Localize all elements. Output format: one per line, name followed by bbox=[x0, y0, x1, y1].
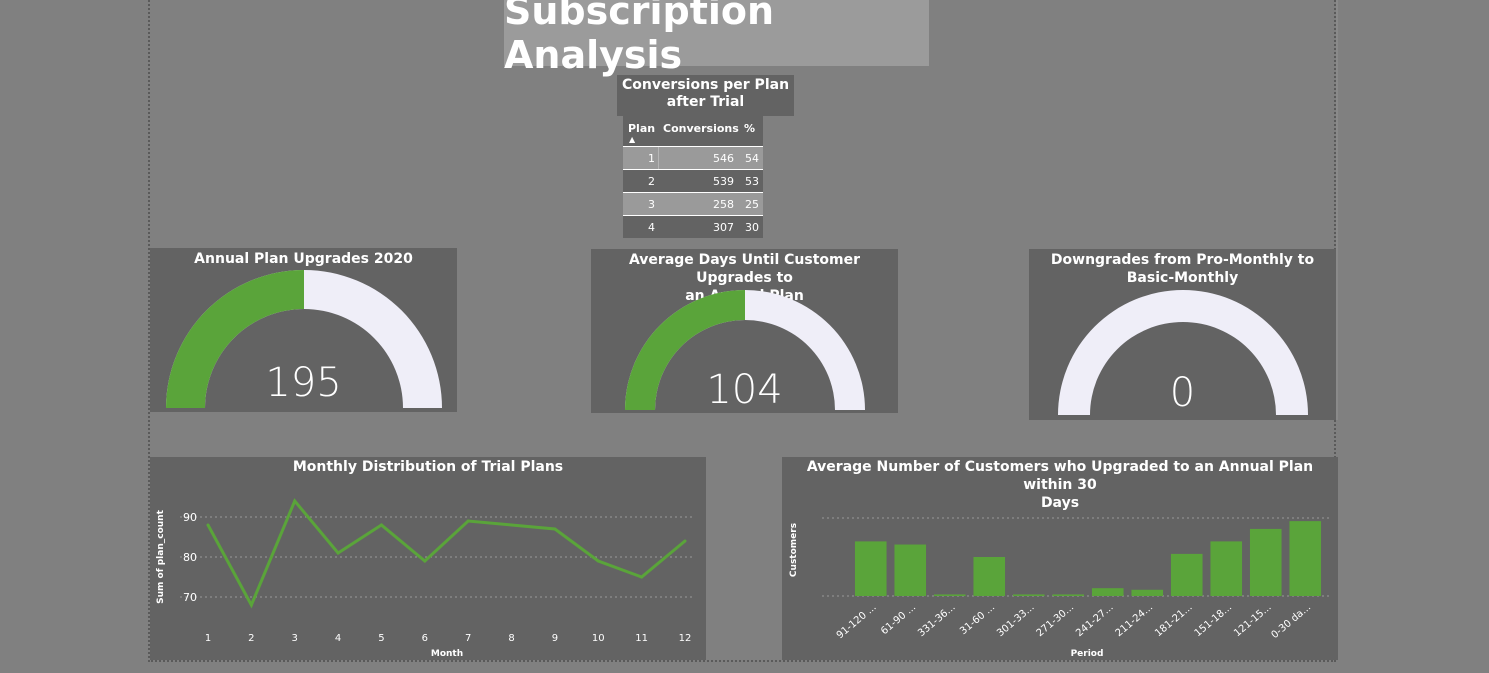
data-point bbox=[423, 559, 427, 563]
x-tick-label: 2 bbox=[248, 633, 254, 644]
y-axis-label: Customers bbox=[789, 523, 799, 577]
x-tick-label: 31-60 ... bbox=[958, 602, 997, 637]
x-tick-label: 6 bbox=[422, 633, 428, 644]
x-tick-label: 181-21... bbox=[1153, 602, 1195, 639]
table-row[interactable]: 2 539 53 bbox=[623, 169, 763, 192]
bar bbox=[1091, 588, 1124, 596]
page-title: Subscription Analysis bbox=[504, 0, 929, 77]
table-row[interactable]: 1 546 54 bbox=[623, 146, 763, 169]
x-tick-label: 121-15... bbox=[1232, 602, 1274, 639]
x-tick-label: 1 bbox=[205, 633, 211, 644]
x-tick-label: 12 bbox=[679, 633, 692, 644]
x-tick-label: 91-120 ... bbox=[835, 602, 879, 641]
bar bbox=[1249, 528, 1282, 596]
bar bbox=[933, 594, 966, 596]
cell-plan: 3 bbox=[648, 198, 655, 211]
x-tick-label: 10 bbox=[592, 633, 605, 644]
cell-plan: 4 bbox=[648, 221, 655, 234]
cell-plan: 2 bbox=[648, 175, 655, 188]
x-tick-label: 0-30 da... bbox=[1269, 602, 1313, 641]
conversions-table: Plan ▲ Conversions % 1 546 54 2 539 53 3 258 25 4… bbox=[623, 116, 763, 238]
data-point bbox=[249, 603, 253, 607]
line-chart-panel: Monthly Distribution of Trial Plans 70 80… bbox=[150, 457, 706, 660]
data-point bbox=[596, 559, 600, 563]
table-header: Plan ▲ Conversions % bbox=[623, 116, 763, 146]
x-tick-label: 7 bbox=[465, 633, 471, 644]
cell-percent: 30 bbox=[745, 221, 759, 234]
bar bbox=[1170, 553, 1203, 596]
gauge-panel-downgrades: Downgrades from Pro-Monthly to Basic-Mon… bbox=[1029, 249, 1336, 420]
data-point bbox=[466, 519, 470, 523]
cell-conversions: 307 bbox=[713, 221, 734, 234]
cell-percent: 25 bbox=[745, 198, 759, 211]
gauge-panel-avg-days: Average Days Until Customer Upgrades to … bbox=[591, 249, 898, 413]
x-tick-label: 4 bbox=[335, 633, 341, 644]
bar bbox=[973, 557, 1006, 596]
cell-conversions: 546 bbox=[713, 152, 734, 165]
x-axis-label: Period bbox=[1071, 649, 1104, 659]
x-tick-label: 61-90 ... bbox=[879, 602, 918, 637]
data-point bbox=[379, 523, 383, 527]
bar bbox=[1052, 594, 1085, 596]
x-tick-label: 331-36... bbox=[916, 602, 958, 639]
x-tick-label: 9 bbox=[552, 633, 558, 644]
y-tick-label: 90 bbox=[183, 511, 197, 524]
x-axis-label: Month bbox=[431, 649, 463, 659]
header-percent[interactable]: % bbox=[744, 122, 755, 135]
x-tick-label: 3 bbox=[292, 633, 298, 644]
gauge-value: 195 bbox=[265, 360, 342, 406]
cell-percent: 54 bbox=[745, 152, 759, 165]
bar bbox=[1289, 521, 1322, 596]
x-tick-label: 241-27... bbox=[1074, 602, 1116, 639]
x-tick-label: 11 bbox=[635, 633, 648, 644]
table-row[interactable]: 4 307 30 bbox=[623, 215, 763, 238]
line-chart: 7080901 2 3 4 5 6 7 8 9 10 11 12MonthSum of plan_co… bbox=[156, 498, 695, 659]
cell-conversions: 258 bbox=[713, 198, 734, 211]
data-point bbox=[510, 523, 514, 527]
bar-chart: 91-120 ... 61-90 ...331-36... 31-60 ...301… bbox=[789, 517, 1330, 659]
x-tick-label: 301-33... bbox=[995, 602, 1037, 639]
x-tick-label: 5 bbox=[378, 633, 384, 644]
bar bbox=[854, 541, 887, 596]
x-tick-label: 8 bbox=[508, 633, 514, 644]
column-divider bbox=[658, 147, 659, 169]
sort-ascending-icon[interactable]: ▲ bbox=[629, 135, 635, 144]
bar bbox=[1131, 589, 1164, 596]
bar bbox=[1012, 594, 1045, 596]
bar bbox=[1210, 541, 1243, 596]
data-point bbox=[293, 499, 297, 503]
x-tick-label: 151-18... bbox=[1193, 602, 1235, 639]
canvas-edge bbox=[1336, 0, 1338, 420]
x-tick-label: 271-30... bbox=[1035, 602, 1077, 639]
data-point bbox=[683, 539, 687, 543]
cell-percent: 53 bbox=[745, 175, 759, 188]
table-title-line1: Conversions per Plan bbox=[621, 77, 790, 93]
header-plan[interactable]: Plan bbox=[628, 122, 655, 135]
table-title: Conversions per Plan after Trial bbox=[617, 75, 794, 116]
data-point bbox=[640, 575, 644, 579]
y-tick-label: 70 bbox=[183, 591, 197, 604]
y-tick-label: 80 bbox=[183, 551, 197, 564]
gauge-value: 104 bbox=[706, 367, 783, 413]
table-title-line2: after Trial bbox=[666, 94, 745, 110]
header-conversions[interactable]: Conversions bbox=[663, 122, 739, 135]
cell-plan: 1 bbox=[648, 152, 655, 165]
x-tick-label: 211-24... bbox=[1114, 602, 1156, 639]
data-point bbox=[206, 523, 210, 527]
bar-chart-panel: Average Number of Customers who Upgraded… bbox=[782, 457, 1338, 660]
data-point bbox=[336, 551, 340, 555]
cell-conversions: 539 bbox=[713, 175, 734, 188]
gauge-panel-annual-upgrades: Annual Plan Upgrades 2020 195 bbox=[150, 248, 457, 412]
bar bbox=[894, 544, 927, 596]
y-axis-label: Sum of plan_count bbox=[156, 509, 166, 603]
table-row[interactable]: 3 258 25 bbox=[623, 192, 763, 215]
data-point bbox=[553, 527, 557, 531]
gauge-value: 0 bbox=[1169, 370, 1196, 416]
